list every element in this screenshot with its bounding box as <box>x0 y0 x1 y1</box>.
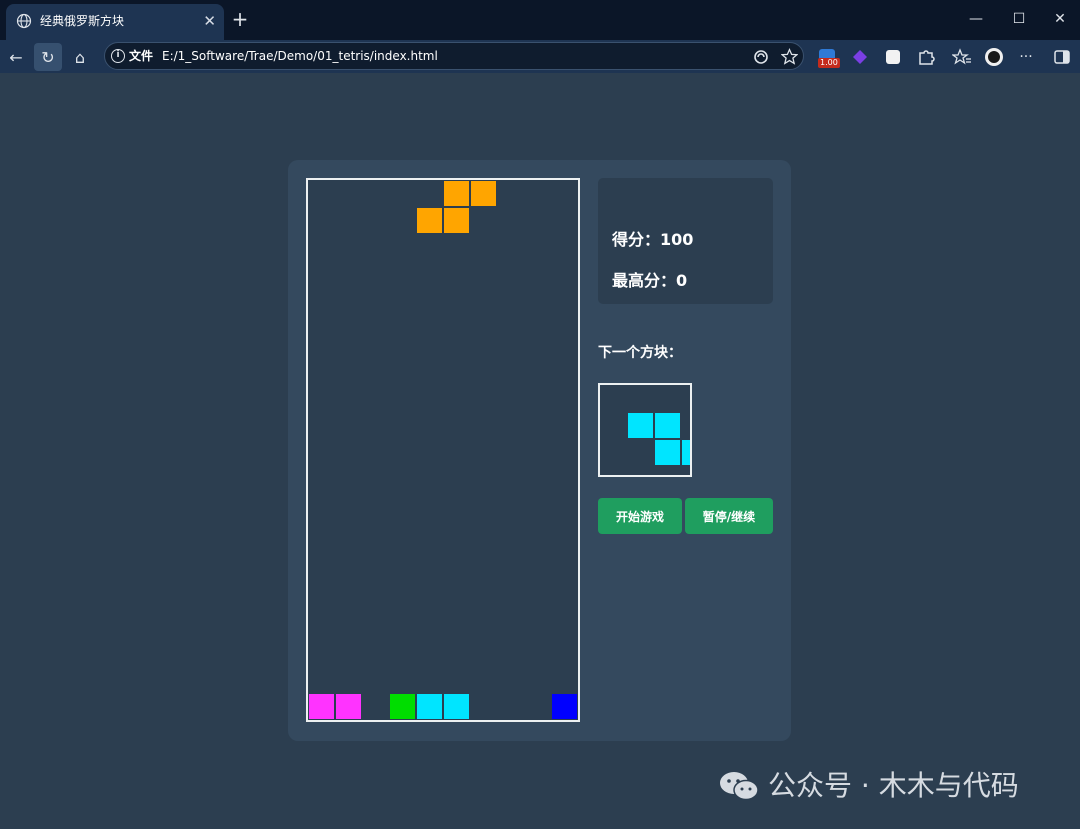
title-bar: 经典俄罗斯方块 ✕ + — ☐ ✕ <box>0 0 1080 40</box>
address-scheme-label: 文件 <box>129 49 154 63</box>
board-block <box>443 180 470 207</box>
extension-diamond-icon[interactable] <box>850 47 870 67</box>
high-score-text: 最高分：0 <box>612 271 688 290</box>
tab-title: 经典俄罗斯方块 <box>40 14 125 28</box>
score-panel: 得分：100 最高分：0 <box>598 178 773 304</box>
board-block <box>443 693 470 720</box>
home-button[interactable]: ⌂ <box>66 43 94 71</box>
profile-avatar[interactable] <box>984 47 1004 67</box>
extension-square-icon[interactable] <box>883 47 903 67</box>
tab-close-icon[interactable]: ✕ <box>203 12 216 30</box>
board-block <box>389 693 416 720</box>
info-icon[interactable]: i <box>111 49 125 63</box>
globe-icon <box>16 13 32 29</box>
next-piece-block <box>627 412 654 439</box>
next-piece-block <box>681 439 690 466</box>
minimize-button[interactable]: — <box>966 10 986 28</box>
address-bar[interactable]: i 文件 E:/1_Software/Trae/Demo/01_tetris/i… <box>104 42 804 70</box>
board-block <box>308 693 335 720</box>
board-block <box>416 693 443 720</box>
extensions-puzzle-icon[interactable] <box>916 47 936 67</box>
favorite-star-icon[interactable] <box>781 48 798 65</box>
read-aloud-icon[interactable] <box>753 49 769 65</box>
browser-toolbar: ← ↻ ⌂ i 文件 E:/1_Software/Trae/Demo/01_te… <box>0 40 1080 73</box>
maximize-button[interactable]: ☐ <box>1009 10 1029 28</box>
board-block <box>470 180 497 207</box>
next-piece-block <box>654 439 681 466</box>
board-block <box>416 207 443 234</box>
close-window-button[interactable]: ✕ <box>1050 10 1070 28</box>
next-piece-block <box>654 412 681 439</box>
wechat-icon <box>720 772 759 801</box>
extension-badge: 1.00 <box>818 58 840 68</box>
board-block <box>335 693 362 720</box>
address-url[interactable]: E:/1_Software/Trae/Demo/01_tetris/index.… <box>162 48 438 64</box>
refresh-button[interactable]: ↻ <box>34 43 62 71</box>
start-game-button[interactable]: 开始游戏 <box>598 498 682 534</box>
pause-resume-button[interactable]: 暂停/继续 <box>685 498 773 534</box>
back-button[interactable]: ← <box>2 43 30 71</box>
browser-tab[interactable]: 经典俄罗斯方块 ✕ <box>6 4 224 40</box>
board-block <box>443 207 470 234</box>
game-container: 得分：100 最高分：0 下一个方块： 开始游戏 暂停/继续 <box>288 160 791 741</box>
next-piece-label: 下一个方块： <box>598 345 682 361</box>
new-tab-button[interactable]: + <box>230 8 250 30</box>
board-block <box>551 693 578 720</box>
sidebar-toggle-icon[interactable] <box>1052 47 1072 67</box>
next-piece-preview <box>598 383 692 477</box>
menu-more-icon[interactable]: ··· <box>1012 43 1040 71</box>
watermark: 公众号 · 木木与代码 <box>718 766 1019 806</box>
game-board[interactable] <box>306 178 580 722</box>
favorites-icon[interactable] <box>952 47 972 67</box>
score-text: 得分：100 <box>612 230 694 249</box>
watermark-text: 公众号 · 木木与代码 <box>768 769 1019 802</box>
